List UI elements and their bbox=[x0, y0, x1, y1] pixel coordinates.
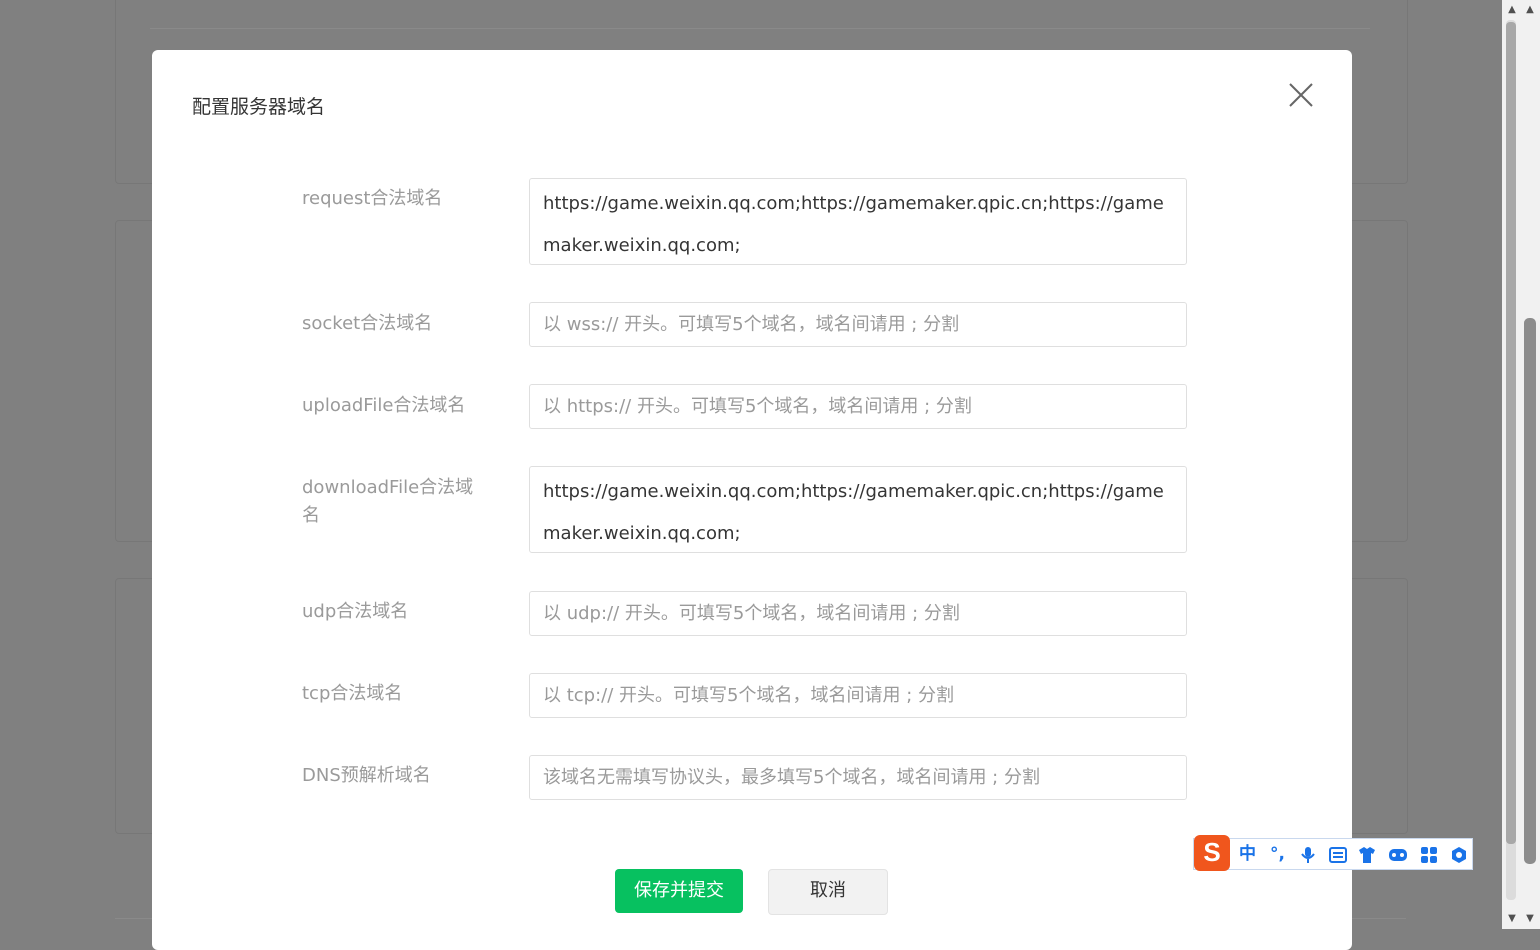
socket-domain-input[interactable]: 以 wss:// 开头。可填写5个域名，域名间请用 ; 分割 bbox=[529, 302, 1187, 347]
udp-domain-label: udp合法域名 bbox=[302, 601, 409, 622]
scroll-down-arrow-icon[interactable]: ▼ bbox=[1502, 909, 1522, 929]
gamepad-icon[interactable] bbox=[1388, 847, 1408, 863]
close-button[interactable] bbox=[1286, 80, 1316, 110]
apps-icon[interactable] bbox=[1420, 846, 1438, 864]
tcp-domain-label: tcp合法域名 bbox=[302, 683, 403, 704]
socket-domain-label: socket合法域名 bbox=[302, 313, 433, 334]
settings-icon[interactable] bbox=[1450, 846, 1468, 864]
dialog-title: 配置服务器域名 bbox=[192, 96, 326, 118]
ime-mode-toggle[interactable]: 中 bbox=[1239, 844, 1256, 864]
microphone-icon[interactable] bbox=[1300, 846, 1316, 864]
udp-domain-input[interactable]: 以 udp:// 开头。可填写5个域名，域名间请用 ; 分割 bbox=[529, 591, 1187, 636]
request-domain-textarea[interactable]: https://game.weixin.qq.com;https://gamem… bbox=[529, 178, 1187, 265]
sogou-logo-icon[interactable]: S bbox=[1194, 835, 1230, 871]
downloadfile-domain-label: downloadFile合法域名 bbox=[302, 477, 474, 526]
ime-toolbar: S 中 °, bbox=[1193, 835, 1473, 871]
scroll-thumb[interactable] bbox=[1524, 318, 1536, 864]
keyboard-icon[interactable] bbox=[1329, 847, 1347, 863]
page-scrollbar[interactable]: ▲ ▼ ▲ ▼ bbox=[1502, 0, 1540, 929]
tcp-domain-input[interactable]: 以 tcp:// 开头。可填写5个域名，域名间请用 ; 分割 bbox=[529, 673, 1187, 718]
scroll-up-arrow-icon[interactable]: ▲ bbox=[1520, 0, 1540, 20]
close-icon[interactable] bbox=[1286, 80, 1316, 110]
scroll-down-arrow-icon[interactable]: ▼ bbox=[1520, 909, 1540, 929]
background-divider bbox=[150, 28, 1370, 29]
uploadfile-domain-label: uploadFile合法域名 bbox=[302, 395, 466, 416]
scroll-thumb[interactable] bbox=[1506, 22, 1516, 844]
server-domain-dialog: 配置服务器域名 request合法域名 https://game.weixin.… bbox=[152, 50, 1352, 950]
save-submit-button[interactable]: 保存并提交 bbox=[615, 869, 743, 913]
uploadfile-domain-input[interactable]: 以 https:// 开头。可填写5个域名，域名间请用 ; 分割 bbox=[529, 384, 1187, 429]
scroll-up-arrow-icon[interactable]: ▲ bbox=[1502, 0, 1522, 20]
skin-icon[interactable] bbox=[1358, 846, 1376, 864]
downloadfile-domain-textarea[interactable]: https://game.weixin.qq.com;https://gamem… bbox=[529, 466, 1187, 553]
cancel-button[interactable]: 取消 bbox=[768, 869, 888, 915]
ime-punct-toggle[interactable]: °, bbox=[1270, 844, 1285, 864]
dns-prefetch-domain-label: DNS预解析域名 bbox=[302, 765, 431, 786]
dns-prefetch-domain-input[interactable]: 该域名无需填写协议头，最多填写5个域名，域名间请用 ; 分割 bbox=[529, 755, 1187, 800]
request-domain-label: request合法域名 bbox=[302, 188, 443, 209]
